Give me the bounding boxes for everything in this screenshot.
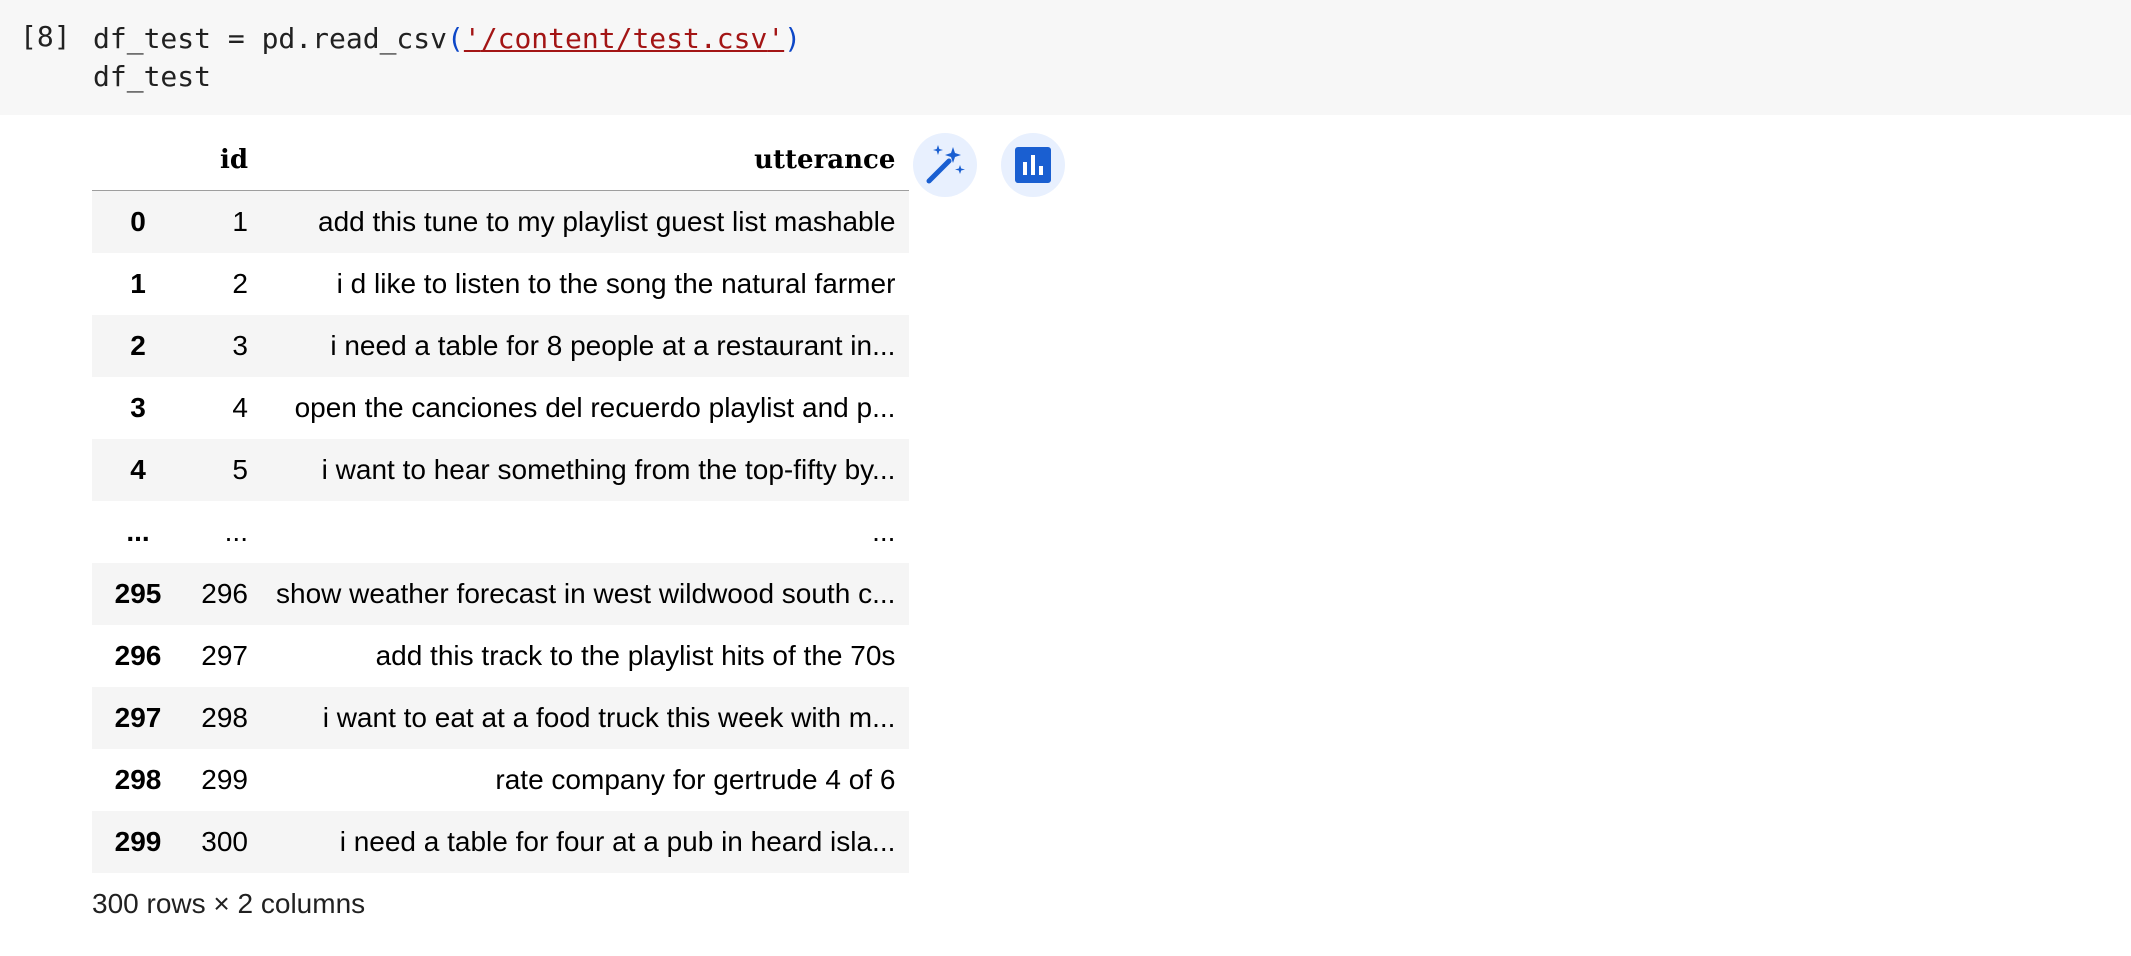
dataframe-table: id utterance 0 1 add this tune to my pla…: [92, 130, 910, 873]
cell-utterance: i want to eat at a food truck this week …: [322, 702, 896, 733]
code-line1-prefix: df_test = pd.read_csv: [93, 22, 448, 55]
table-row: 297 298 i want to eat at a food truck th…: [92, 687, 910, 749]
code-open-paren: (: [447, 22, 464, 55]
cell-id: 1: [232, 206, 248, 237]
table-header-row: id utterance: [92, 130, 910, 191]
row-index: 297: [114, 702, 162, 733]
suggest-charts-button[interactable]: [1001, 133, 1065, 197]
table-row: 295 296 show weather forecast in west wi…: [92, 563, 910, 625]
table-row: 298 299 rate company for gertrude 4 of 6: [92, 749, 910, 811]
cell-id: 296: [201, 578, 248, 609]
magic-wand-icon: [926, 145, 965, 184]
code-cell[interactable]: [8] df_test = pd.read_csv('/content/test…: [0, 0, 2131, 115]
cell-utterance: rate company for gertrude 4 of 6: [495, 764, 896, 795]
row-index: 0: [130, 206, 146, 237]
execution-count: [8]: [20, 20, 71, 53]
table-row: 4 5 i want to hear something from the to…: [92, 439, 910, 501]
row-index: ...: [126, 516, 150, 547]
cell-utterance: open the canciones del recuerdo playlist…: [294, 392, 896, 423]
bar-chart-icon: [1015, 147, 1051, 183]
cell-utterance: i need a table for 8 people at a restaur…: [330, 330, 896, 361]
row-index: 298: [114, 764, 162, 795]
cell-utterance: i need a table for four at a pub in hear…: [339, 826, 896, 857]
cell-utterance: i want to hear something from the top-fi…: [321, 454, 896, 485]
table-row: 1 2 i d like to listen to the song the n…: [92, 253, 909, 315]
table-row: 3 4 open the canciones del recuerdo play…: [92, 377, 909, 439]
cell-id: ...: [224, 516, 248, 547]
code-editor[interactable]: df_test = pd.read_csv('/content/test.csv…: [93, 20, 801, 96]
column-header-id: id: [184, 130, 262, 191]
table-row: 296 297 add this track to the playlist h…: [92, 625, 910, 687]
cell-utterance: ...: [872, 516, 896, 547]
code-path-string: /content/test.csv: [480, 22, 768, 55]
row-index: 1: [130, 268, 146, 299]
cell-utterance: add this track to the playlist hits of t…: [375, 640, 896, 671]
row-index: 3: [130, 392, 146, 423]
cell-id: 3: [232, 330, 248, 361]
cell-id: 299: [201, 764, 248, 795]
cell-id: 5: [232, 454, 248, 485]
row-index: 4: [130, 454, 146, 485]
cell-id: 4: [232, 392, 248, 423]
table-row: 299 300 i need a table for four at a pub…: [92, 811, 910, 873]
cell-utterance: add this tune to my playlist guest list …: [318, 206, 896, 237]
row-index: 295: [114, 578, 162, 609]
code-line2: df_test: [93, 60, 212, 93]
table-row: 0 1 add this tune to my playlist guest l…: [92, 190, 910, 253]
cell-id: 297: [201, 640, 248, 671]
cell-id: 2: [232, 268, 248, 299]
table-row: 2 3 i need a table for 8 people at a res…: [92, 315, 910, 377]
index-header: [92, 130, 184, 191]
code-quote-close: ': [767, 22, 785, 55]
table-row-ellipsis: ... ... ...: [92, 501, 910, 563]
table-shape-summary: 300 rows × 2 columns: [92, 888, 366, 919]
column-header-utterance: utterance: [262, 130, 910, 191]
row-index: 299: [114, 826, 162, 857]
generate-code-button[interactable]: [913, 133, 977, 197]
code-close-paren: ): [784, 22, 802, 55]
code-quote-open: ': [463, 22, 481, 55]
row-index: 2: [130, 330, 146, 361]
cell-utterance: show weather forecast in west wildwood s…: [276, 578, 896, 609]
cell-id: 300: [201, 826, 248, 857]
cell-id: 298: [201, 702, 248, 733]
row-index: 296: [114, 640, 162, 671]
cell-utterance: i d like to listen to the song the natur…: [336, 268, 896, 299]
